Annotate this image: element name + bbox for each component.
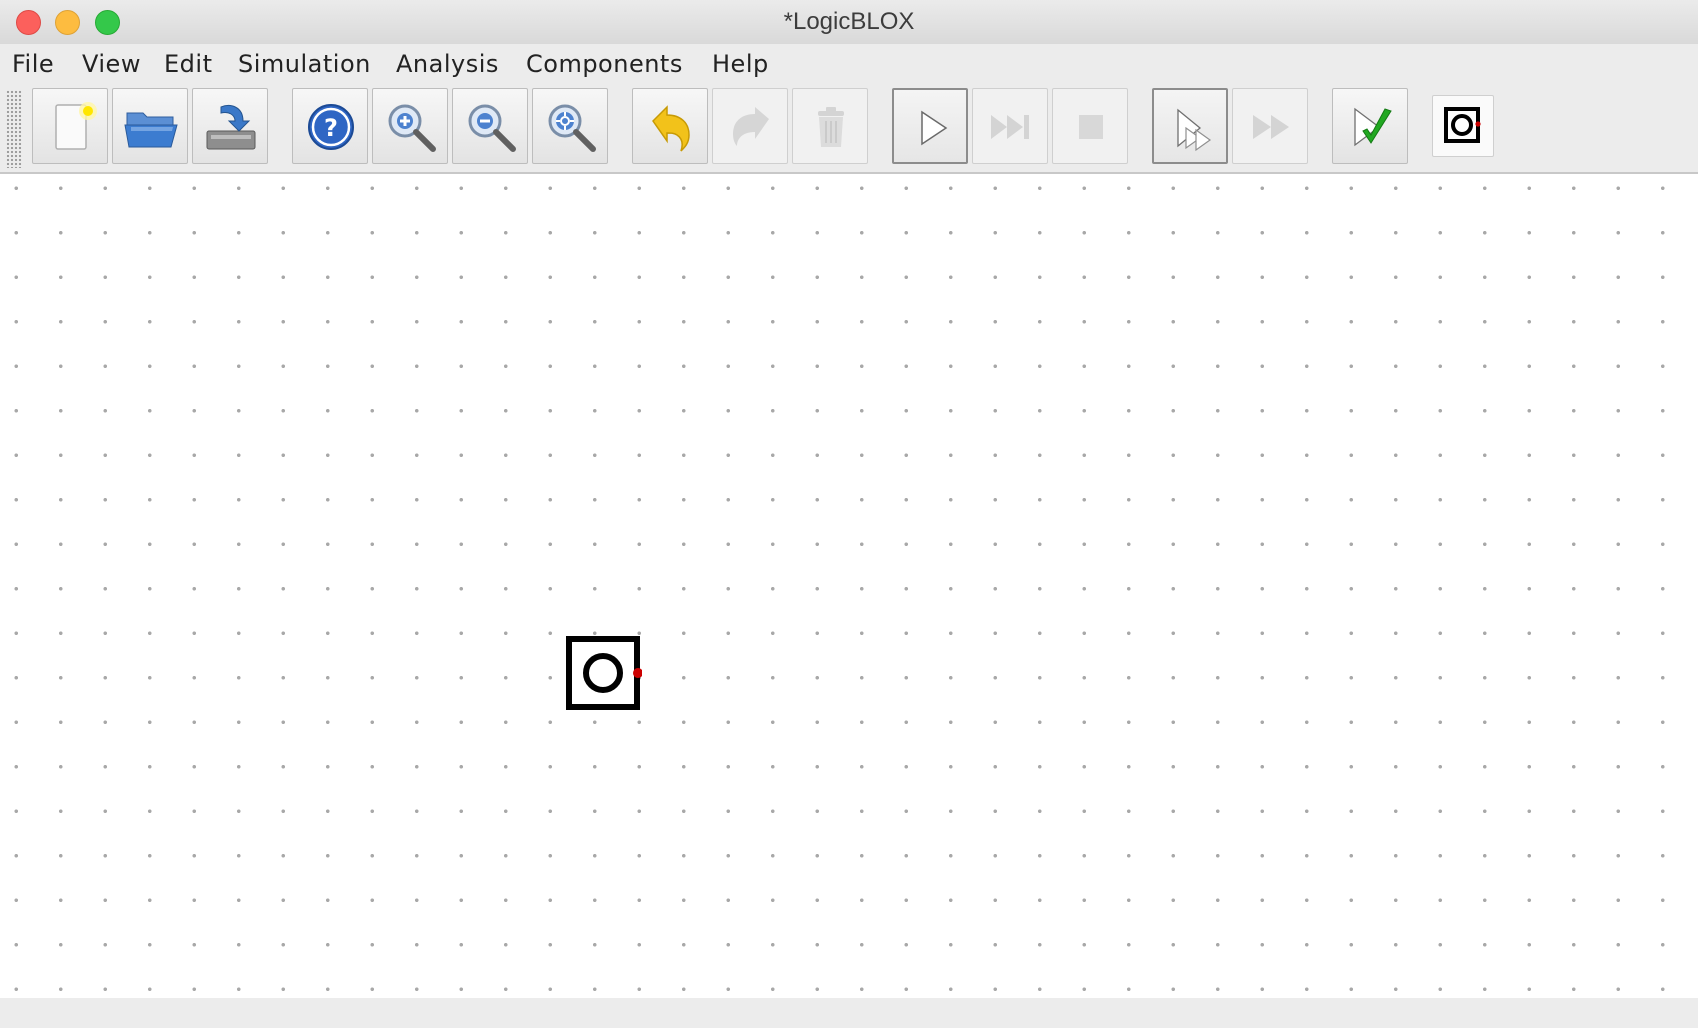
undo-icon: [652, 105, 690, 152]
help-icon: ?: [308, 104, 354, 150]
multi-simulation-button[interactable]: [1152, 88, 1228, 164]
menu-help[interactable]: Help: [712, 48, 769, 80]
menu-components[interactable]: Components: [526, 48, 683, 80]
multi-select-icon: [1177, 108, 1212, 152]
undo-button[interactable]: [632, 88, 708, 164]
trash-icon: [818, 107, 844, 147]
new-file-icon: [55, 102, 97, 150]
zoom-fit-icon: [548, 104, 596, 152]
open-file-button[interactable]: [112, 88, 188, 164]
menu-simulation[interactable]: Simulation: [238, 48, 371, 80]
output-component-icon: [1444, 107, 1481, 143]
output-pin-icon[interactable]: [566, 636, 642, 712]
zoom-in-button[interactable]: [372, 88, 448, 164]
run-simulation-button[interactable]: [892, 88, 968, 164]
zoom-out-button[interactable]: [452, 88, 528, 164]
open-folder-icon: [124, 112, 178, 148]
fast-forward-button[interactable]: [1232, 88, 1308, 164]
redo-button[interactable]: [712, 88, 788, 164]
svg-text:?: ?: [324, 114, 338, 142]
help-button[interactable]: ?: [292, 88, 368, 164]
app-window: *LogicBLOX File View Edit Simulation Ana…: [0, 0, 1698, 1028]
play-icon: [921, 110, 948, 146]
toolbar: ?: [0, 84, 1698, 174]
circuit-canvas[interactable]: [0, 174, 1698, 998]
stop-icon: [1079, 115, 1103, 139]
zoom-fit-button[interactable]: [532, 88, 608, 164]
delete-button[interactable]: [792, 88, 868, 164]
output-component-button[interactable]: [1432, 95, 1494, 157]
menu-bar: File View Edit Simulation Analysis Compo…: [0, 44, 1698, 84]
fast-forward-icon: [1253, 115, 1289, 139]
status-bar: [0, 998, 1698, 1028]
toolbar-grip-handle[interactable]: [6, 90, 22, 168]
window-title: *LogicBLOX: [783, 8, 915, 35]
check-icon: [1354, 107, 1392, 147]
save-button[interactable]: [192, 88, 268, 164]
zoom-out-icon: [468, 104, 516, 152]
title-bar: *LogicBLOX: [0, 0, 1698, 45]
stop-simulation-button[interactable]: [1052, 88, 1128, 164]
new-file-button[interactable]: [32, 88, 108, 164]
menu-file[interactable]: File: [12, 48, 54, 80]
step-simulation-button[interactable]: [972, 88, 1048, 164]
zoom-in-icon: [388, 104, 436, 152]
menu-view[interactable]: View: [82, 48, 141, 80]
verify-button[interactable]: [1332, 88, 1408, 164]
menu-analysis[interactable]: Analysis: [396, 48, 499, 80]
step-icon: [991, 115, 1029, 139]
menu-edit[interactable]: Edit: [164, 48, 212, 80]
save-disk-icon: [206, 105, 256, 150]
redo-icon: [733, 107, 769, 146]
